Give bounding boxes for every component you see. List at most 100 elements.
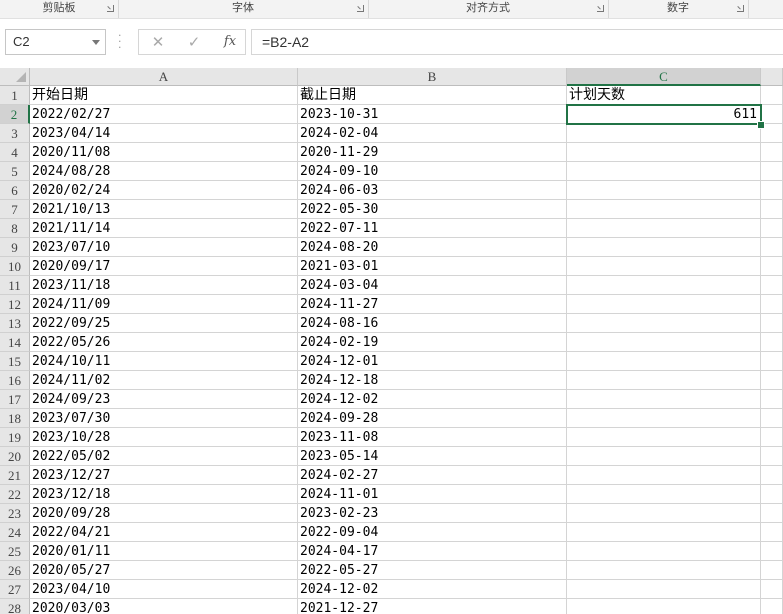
cell-start-date[interactable]: 2020/02/24	[30, 181, 298, 200]
row-header[interactable]: 17	[0, 390, 30, 409]
cell-planned-days[interactable]: 611	[567, 105, 761, 124]
row-header[interactable]: 7	[0, 200, 30, 219]
row-header[interactable]: 2	[0, 105, 30, 124]
cell-start-date[interactable]: 2020/09/17	[30, 257, 298, 276]
row-header[interactable]: 18	[0, 409, 30, 428]
chevron-down-icon[interactable]	[92, 40, 100, 45]
name-box[interactable]: C2	[5, 29, 106, 55]
dialog-launcher-icon[interactable]	[357, 5, 364, 12]
cell-end-date[interactable]: 2024-09-28	[298, 409, 567, 428]
column-header-c[interactable]: C	[567, 68, 761, 86]
cell-planned-days[interactable]	[567, 523, 761, 542]
cell-end-date[interactable]: 2024-06-03	[298, 181, 567, 200]
cell-end-date[interactable]: 2024-11-27	[298, 295, 567, 314]
cell-start-date[interactable]: 2022/05/02	[30, 447, 298, 466]
cell-planned-days[interactable]	[567, 352, 761, 371]
cell-start-date[interactable]: 2022/09/25	[30, 314, 298, 333]
cell-start-date[interactable]: 2020/01/11	[30, 542, 298, 561]
cell-planned-days[interactable]	[567, 314, 761, 333]
cell-planned-days[interactable]	[567, 181, 761, 200]
row-header[interactable]: 16	[0, 371, 30, 390]
cell-start-date[interactable]: 2023/04/14	[30, 124, 298, 143]
cell-start-date[interactable]: 2023/07/30	[30, 409, 298, 428]
cell-d[interactable]	[761, 428, 783, 447]
cell-d[interactable]	[761, 295, 783, 314]
row-header[interactable]: 27	[0, 580, 30, 599]
cell-start-date[interactable]: 2021/11/14	[30, 219, 298, 238]
cell-planned-days[interactable]	[567, 409, 761, 428]
cell-planned-days[interactable]	[567, 504, 761, 523]
cell-planned-days[interactable]	[567, 371, 761, 390]
cell-start-date[interactable]: 2023/12/27	[30, 466, 298, 485]
formula-input[interactable]: =B2-A2	[251, 29, 783, 55]
cell-end-date[interactable]: 2024-12-02	[298, 390, 567, 409]
cell-d[interactable]	[761, 599, 783, 614]
fill-handle[interactable]	[757, 121, 765, 129]
cell-start-date[interactable]: 2020/05/27	[30, 561, 298, 580]
cell-end-date[interactable]: 截止日期	[298, 86, 567, 105]
cell-start-date[interactable]: 2022/04/21	[30, 523, 298, 542]
cell-planned-days[interactable]	[567, 143, 761, 162]
row-header[interactable]: 11	[0, 276, 30, 295]
cell-planned-days[interactable]	[567, 238, 761, 257]
cell-start-date[interactable]: 2023/04/10	[30, 580, 298, 599]
row-header[interactable]: 20	[0, 447, 30, 466]
cell-end-date[interactable]: 2021-03-01	[298, 257, 567, 276]
cell-d[interactable]	[761, 219, 783, 238]
cell-start-date[interactable]: 2024/10/11	[30, 352, 298, 371]
cell-end-date[interactable]: 2023-10-31	[298, 105, 567, 124]
cell-planned-days[interactable]	[567, 333, 761, 352]
cell-d[interactable]	[761, 238, 783, 257]
cell-d[interactable]	[761, 466, 783, 485]
row-header[interactable]: 25	[0, 542, 30, 561]
cell-d[interactable]	[761, 333, 783, 352]
cell-planned-days[interactable]	[567, 390, 761, 409]
cell-d[interactable]	[761, 523, 783, 542]
column-header-d[interactable]	[761, 68, 783, 86]
cell-d[interactable]	[761, 409, 783, 428]
cell-planned-days[interactable]	[567, 257, 761, 276]
cell-end-date[interactable]: 2024-02-27	[298, 466, 567, 485]
cell-end-date[interactable]: 2024-02-04	[298, 124, 567, 143]
cell-start-date[interactable]: 2021/10/13	[30, 200, 298, 219]
cell-end-date[interactable]: 2021-12-27	[298, 599, 567, 614]
cell-planned-days[interactable]	[567, 485, 761, 504]
cell-planned-days[interactable]	[567, 295, 761, 314]
cell-d[interactable]	[761, 580, 783, 599]
cell-planned-days[interactable]	[567, 580, 761, 599]
cell-start-date[interactable]: 2024/11/02	[30, 371, 298, 390]
cell-d[interactable]	[761, 143, 783, 162]
column-header-b[interactable]: B	[298, 68, 567, 86]
cell-planned-days[interactable]	[567, 428, 761, 447]
cell-d[interactable]	[761, 352, 783, 371]
cell-d[interactable]	[761, 162, 783, 181]
cell-d[interactable]	[761, 390, 783, 409]
row-header[interactable]: 8	[0, 219, 30, 238]
cell-end-date[interactable]: 2024-04-17	[298, 542, 567, 561]
cell-end-date[interactable]: 2024-12-18	[298, 371, 567, 390]
cell-d[interactable]	[761, 276, 783, 295]
cell-planned-days[interactable]	[567, 162, 761, 181]
cell-end-date[interactable]: 2024-12-01	[298, 352, 567, 371]
cell-d[interactable]	[761, 86, 783, 105]
cell-end-date[interactable]: 2022-05-27	[298, 561, 567, 580]
row-header[interactable]: 5	[0, 162, 30, 181]
cell-start-date[interactable]: 2020/11/08	[30, 143, 298, 162]
cell-planned-days[interactable]	[567, 599, 761, 614]
column-header-a[interactable]: A	[30, 68, 298, 86]
cell-d[interactable]	[761, 447, 783, 466]
cell-d[interactable]	[761, 542, 783, 561]
cell-d[interactable]	[761, 181, 783, 200]
cell-start-date[interactable]: 2022/05/26	[30, 333, 298, 352]
cell-planned-days[interactable]	[567, 561, 761, 580]
cell-end-date[interactable]: 2024-08-20	[298, 238, 567, 257]
cell-start-date[interactable]: 2023/10/28	[30, 428, 298, 447]
cell-planned-days[interactable]	[567, 219, 761, 238]
cell-end-date[interactable]: 2023-02-23	[298, 504, 567, 523]
cell-planned-days[interactable]	[567, 276, 761, 295]
row-header[interactable]: 14	[0, 333, 30, 352]
cell-start-date[interactable]: 2024/09/23	[30, 390, 298, 409]
cell-planned-days[interactable]: 计划天数	[567, 86, 761, 105]
cell-planned-days[interactable]	[567, 124, 761, 143]
row-header[interactable]: 19	[0, 428, 30, 447]
